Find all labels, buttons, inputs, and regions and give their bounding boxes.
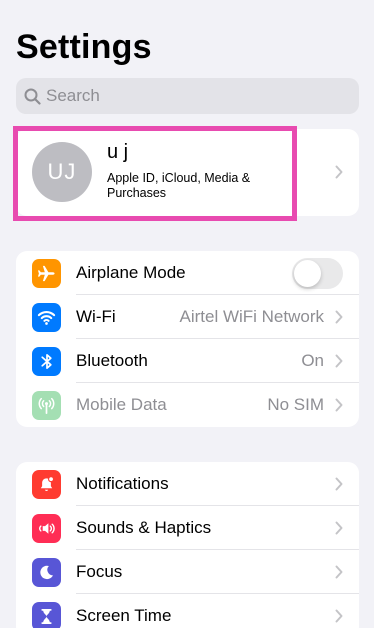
mobile-data-label: Mobile Data xyxy=(76,395,167,414)
airplane-mode-label: Airplane Mode xyxy=(76,263,186,282)
chevron-right-icon xyxy=(335,310,343,324)
airplane-mode-toggle[interactable] xyxy=(292,257,343,289)
focus-label: Focus xyxy=(76,562,123,581)
toggle-knob xyxy=(294,259,321,287)
search-icon xyxy=(24,88,41,105)
focus-row[interactable]: Focus xyxy=(16,550,359,594)
screen-time-label: Screen Time xyxy=(76,606,172,625)
page-title: Settings xyxy=(16,28,152,66)
airplane-icon xyxy=(32,258,61,288)
hourglass-icon xyxy=(32,601,61,628)
sounds-haptics-row[interactable]: Sounds & Haptics xyxy=(16,506,359,550)
notifications-label: Notifications xyxy=(76,474,169,493)
mobile-data-value: No SIM xyxy=(267,395,324,414)
chevron-right-icon xyxy=(335,477,343,491)
moon-icon xyxy=(32,557,61,587)
bluetooth-label: Bluetooth xyxy=(76,351,148,370)
chevron-right-icon xyxy=(335,398,343,412)
bluetooth-icon xyxy=(32,346,61,376)
avatar: UJ xyxy=(32,142,92,202)
bell-icon xyxy=(32,469,61,499)
wifi-value: Airtel WiFi Network xyxy=(179,307,324,326)
search-placeholder: Search xyxy=(46,86,100,105)
bluetooth-value: On xyxy=(301,351,324,370)
mobile-data-row[interactable]: Mobile Data No SIM xyxy=(16,383,359,427)
speaker-icon xyxy=(32,513,61,543)
search-field[interactable]: Search xyxy=(16,78,359,114)
airplane-mode-row[interactable]: Airplane Mode xyxy=(16,251,359,295)
chevron-right-icon xyxy=(335,354,343,368)
connectivity-group: Airplane Mode Wi-Fi Airtel WiFi Network … xyxy=(16,251,359,427)
chevron-right-icon xyxy=(335,521,343,535)
sounds-haptics-label: Sounds & Haptics xyxy=(76,518,212,537)
screen-time-row[interactable]: Screen Time xyxy=(16,594,359,628)
profile-name: u j xyxy=(107,141,129,163)
wifi-icon xyxy=(32,302,61,332)
antenna-icon xyxy=(32,390,61,420)
chevron-right-icon xyxy=(335,565,343,579)
notifications-group: Notifications Sounds & Haptics Focus Scr… xyxy=(16,462,359,628)
bluetooth-row[interactable]: Bluetooth On xyxy=(16,339,359,383)
wifi-row[interactable]: Wi-Fi Airtel WiFi Network xyxy=(16,295,359,339)
notifications-row[interactable]: Notifications xyxy=(16,462,359,506)
chevron-right-icon xyxy=(335,609,343,623)
profile-subtitle: Apple ID, iCloud, Media & Purchases xyxy=(107,171,251,200)
apple-id-profile-row[interactable]: UJ u j Apple ID, iCloud, Media & Purchas… xyxy=(16,129,359,216)
chevron-right-icon xyxy=(335,165,343,179)
wifi-label: Wi-Fi xyxy=(76,307,116,326)
